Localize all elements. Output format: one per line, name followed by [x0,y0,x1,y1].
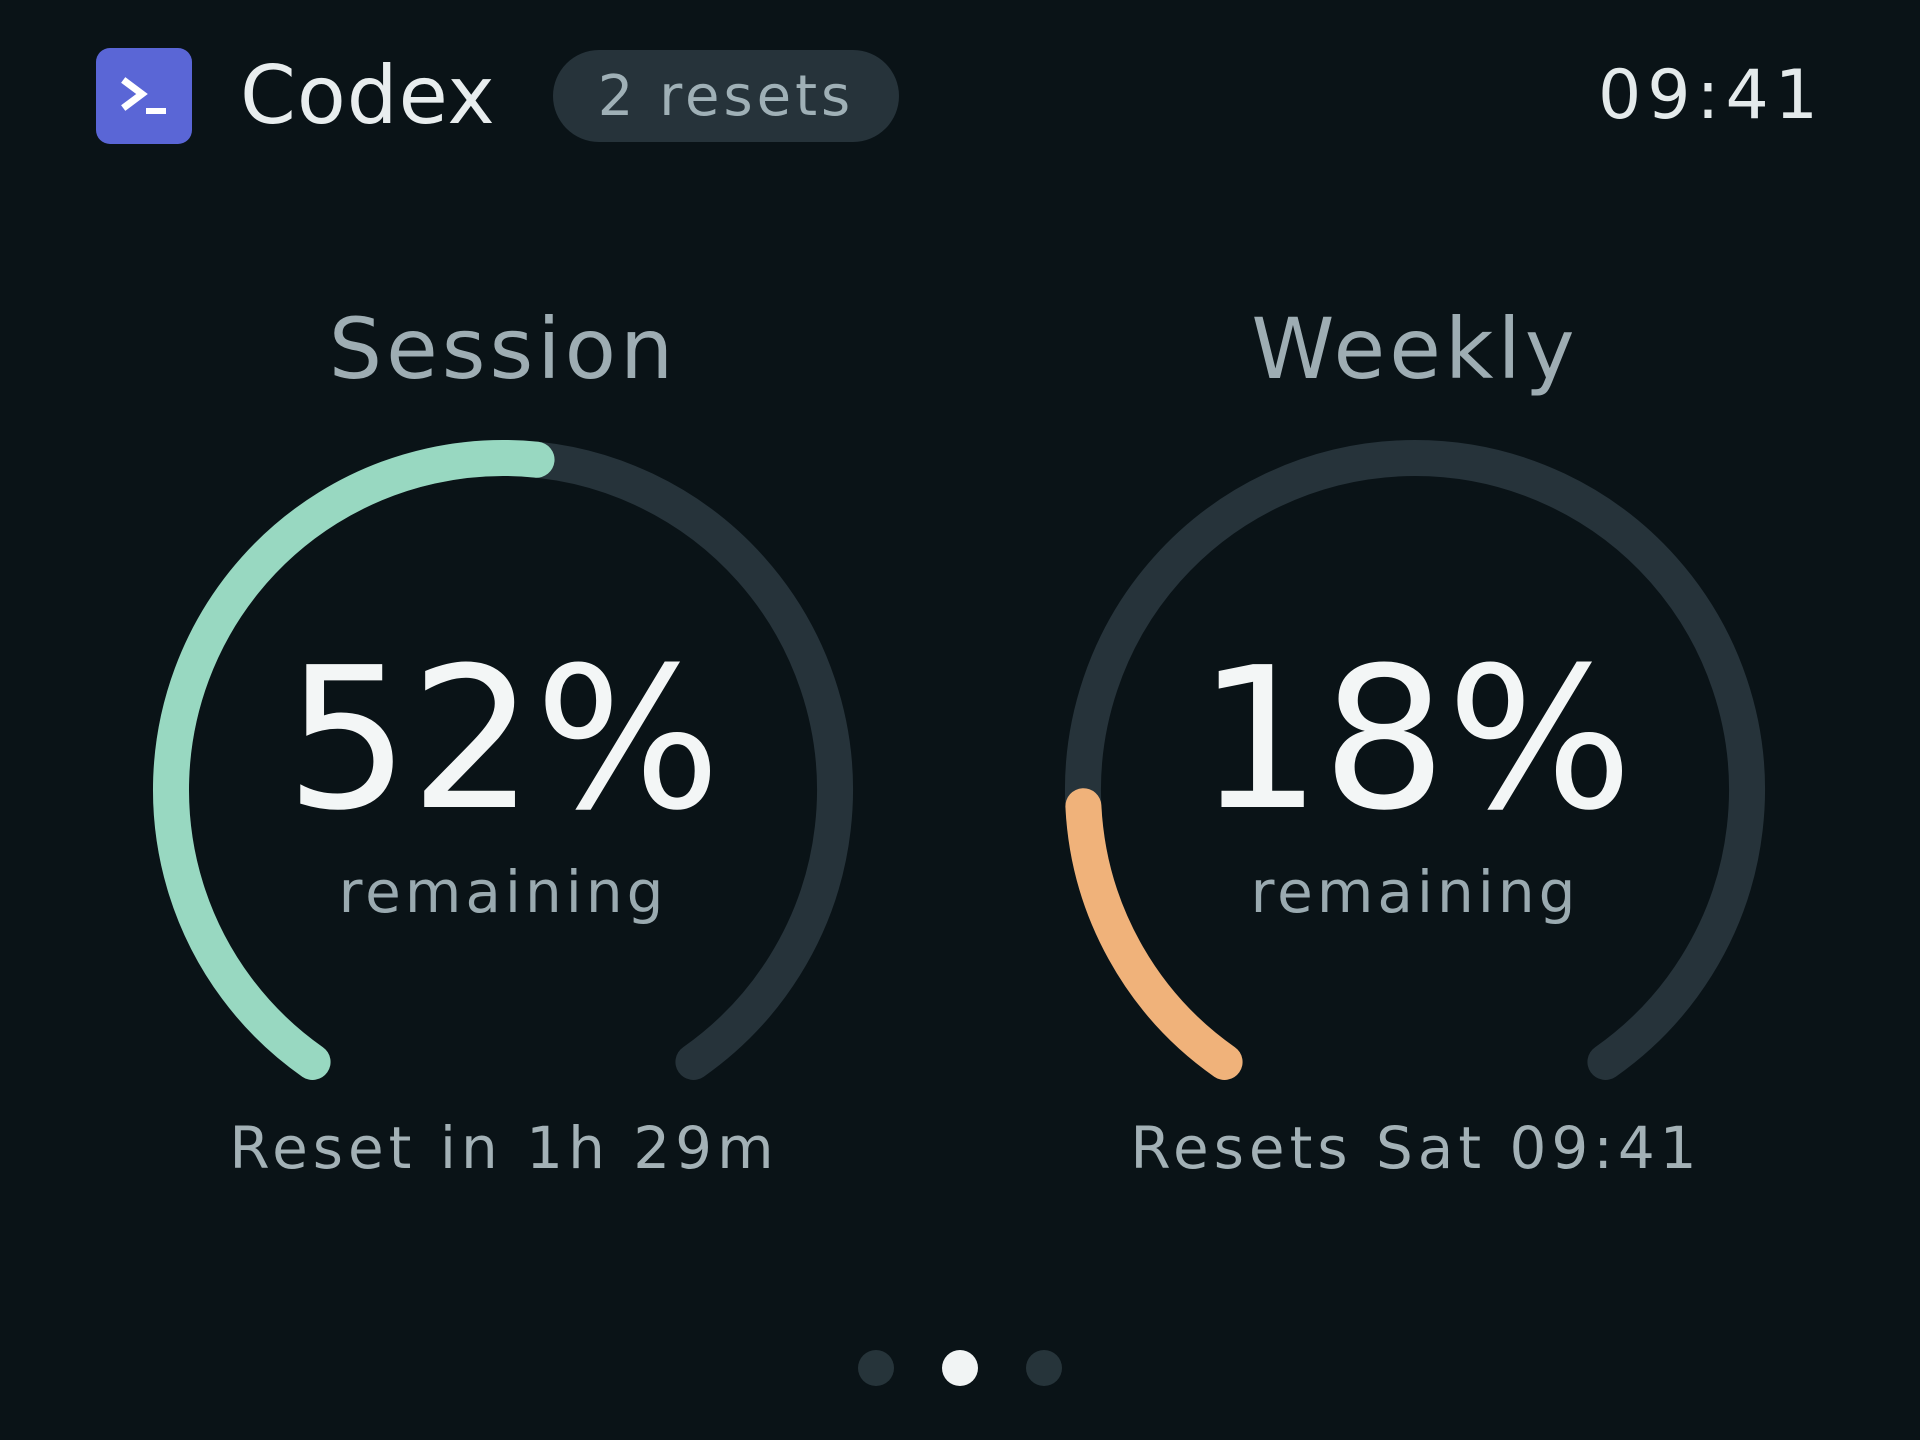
weekly-remaining-label: remaining [1250,858,1580,926]
session-percent: 52% [285,626,721,854]
session-reset-text: Reset in 1h 29m [229,1114,779,1182]
session-remaining-label: remaining [338,858,668,926]
page-dot-3[interactable] [1026,1350,1062,1386]
weekly-reset-text: Resets Sat 09:41 [1130,1114,1702,1182]
page-dot-1[interactable] [858,1350,894,1386]
session-label: Session [328,300,678,398]
page-indicator [0,1350,1920,1386]
weekly-percent: 18% [1197,626,1633,854]
weekly-label: Weekly [1251,300,1579,398]
page-dot-2[interactable] [942,1350,978,1386]
